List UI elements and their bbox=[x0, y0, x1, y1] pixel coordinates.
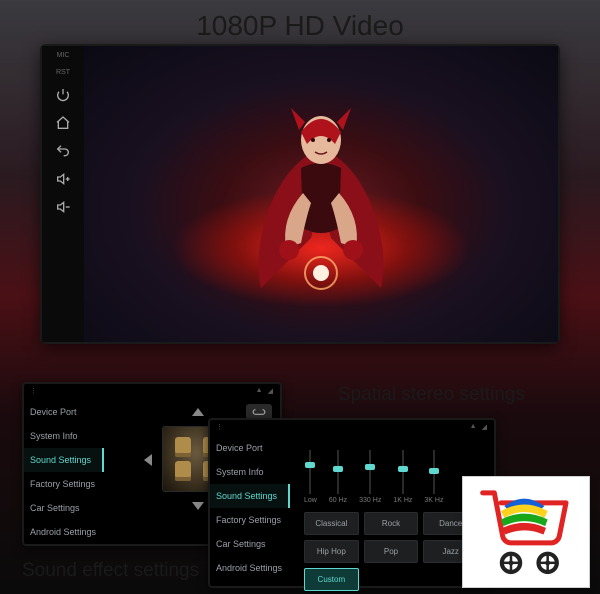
preset-classical[interactable]: Classical bbox=[304, 512, 359, 535]
sidebar-item-system-info[interactable]: System Info bbox=[210, 460, 290, 484]
eq-sliders: Low 60 Hz 330 Hz 1K Hz 3K Hz bbox=[304, 450, 486, 504]
eq-presets: Classical Rock Dance Hip Hop Pop Jazz Cu… bbox=[298, 508, 486, 591]
preset-pop[interactable]: Pop bbox=[364, 540, 419, 563]
sidebar-item-device-port[interactable]: Device Port bbox=[24, 400, 104, 424]
fade-front-button[interactable] bbox=[192, 408, 204, 416]
power-icon[interactable] bbox=[54, 86, 72, 104]
eq-label: 3K Hz bbox=[424, 497, 443, 504]
main-head-unit: MIC RST bbox=[40, 44, 560, 344]
sidebar-item-car-settings[interactable]: Car Settings bbox=[24, 496, 104, 520]
page-title: 1080P HD Video bbox=[0, 0, 600, 42]
status-dot-icon: ⋮ bbox=[30, 387, 38, 397]
balance-left-button[interactable] bbox=[144, 454, 152, 466]
sidebar-item-sound-settings[interactable]: Sound Settings bbox=[210, 484, 290, 508]
sidebar-item-device-port[interactable]: Device Port bbox=[210, 436, 290, 460]
eq-slider-330hz[interactable]: 330 Hz bbox=[359, 450, 381, 504]
sidebar-item-android-settings[interactable]: Android Settings bbox=[210, 556, 290, 580]
mic-label: MIC bbox=[57, 52, 70, 59]
preset-custom[interactable]: Custom bbox=[304, 568, 359, 591]
eq-slider-low[interactable]: Low bbox=[304, 450, 317, 504]
video-screen[interactable] bbox=[84, 46, 558, 342]
back-icon[interactable] bbox=[54, 142, 72, 160]
eq-label: Low bbox=[304, 497, 317, 504]
sidebar-item-factory-settings[interactable]: Factory Settings bbox=[24, 472, 104, 496]
volume-up-icon[interactable] bbox=[54, 170, 72, 188]
status-dot-icon: ⋮ bbox=[216, 423, 224, 433]
rst-label: RST bbox=[56, 69, 70, 76]
settings-sidebar: Device Port System Info Sound Settings F… bbox=[210, 420, 290, 586]
sound-effect-caption: Sound effect settings bbox=[22, 560, 199, 582]
head-unit-button-bar: MIC RST bbox=[42, 46, 84, 342]
sidebar-item-system-info[interactable]: System Info bbox=[24, 424, 104, 448]
fade-rear-button[interactable] bbox=[192, 502, 204, 510]
eq-slider-1khz[interactable]: 1K Hz bbox=[393, 450, 412, 504]
spatial-caption: Spatial stereo settings bbox=[338, 384, 525, 406]
eq-label: 1K Hz bbox=[393, 497, 412, 504]
preset-hiphop[interactable]: Hip Hop bbox=[304, 540, 359, 563]
preset-rock[interactable]: Rock bbox=[364, 512, 419, 535]
sidebar-item-sound-settings[interactable]: Sound Settings bbox=[24, 448, 104, 472]
eq-settings-panel: ⋮ ▲ ◢ Device Port System Info Sound Sett… bbox=[208, 418, 496, 588]
eq-slider-60hz[interactable]: 60 Hz bbox=[329, 450, 347, 504]
sidebar-item-car-settings[interactable]: Car Settings bbox=[210, 532, 290, 556]
settings-sidebar: Device Port System Info Sound Settings F… bbox=[24, 384, 104, 544]
store-logo bbox=[462, 476, 590, 588]
sidebar-item-android-settings[interactable]: Android Settings bbox=[24, 520, 104, 544]
eq-label: 330 Hz bbox=[359, 497, 381, 504]
volume-down-icon[interactable] bbox=[54, 198, 72, 216]
home-icon[interactable] bbox=[54, 114, 72, 132]
eq-label: 60 Hz bbox=[329, 497, 347, 504]
eq-slider-3khz[interactable]: 3K Hz bbox=[424, 450, 443, 504]
sidebar-item-factory-settings[interactable]: Factory Settings bbox=[210, 508, 290, 532]
video-character bbox=[231, 78, 411, 298]
